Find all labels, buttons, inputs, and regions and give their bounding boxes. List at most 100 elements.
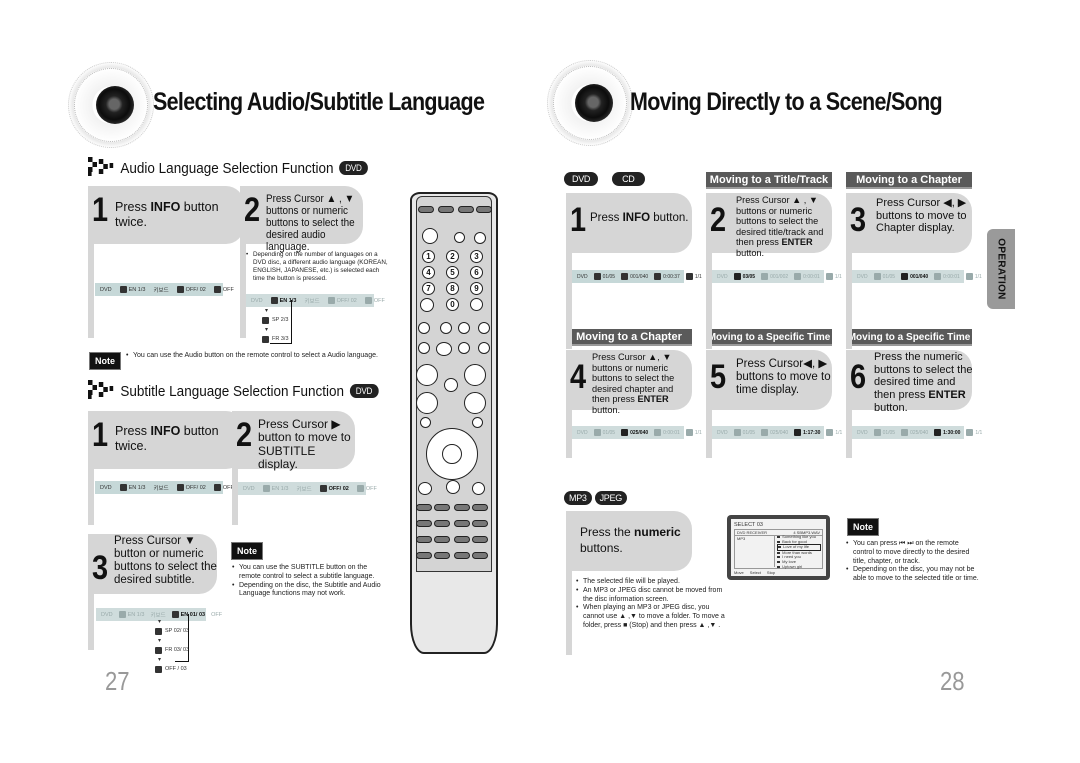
subtitle-step-2-rail (232, 469, 238, 525)
osd-disc: DVD (101, 611, 113, 618)
repeat-icon (213, 286, 221, 293)
bullet-item: Depending on the disc, the Subtitle and … (232, 582, 382, 600)
osd-time-value: 0:00:01 (943, 273, 960, 280)
remote-function-button (416, 552, 432, 559)
osd-disc-value: DVD (717, 273, 728, 280)
cycle-bracket (175, 614, 189, 662)
clock-icon (934, 429, 942, 436)
bullet-item: An MP3 or JPEG disc cannot be moved from… (576, 587, 726, 605)
osd-disc-value: DVD (577, 429, 588, 436)
osd-chapter-value: 025/040 (910, 429, 929, 436)
remote-function-button (472, 536, 488, 543)
osd-bar: DVD 03/05 001/002 0:00:01 1/1 (712, 270, 842, 283)
osd-repeat: OFF (213, 484, 234, 491)
osd-chapter: 025/040 (621, 429, 648, 436)
osd-subtitle: OFF/ 02 (176, 286, 206, 293)
step-text: Press Cursor ▲ , ▼ buttons or numeric bu… (736, 195, 832, 258)
remote-function-button (434, 504, 450, 511)
osd-title-value: 01/05 (602, 273, 616, 280)
tv-screen: SELECT 03 DVD RECEIVER 4 SBMP3.WAV MP3 S… (731, 519, 826, 576)
info-keyword: INFO (150, 424, 181, 438)
osd-title-value: 01/05 (882, 273, 896, 280)
remote-playback-button (418, 342, 430, 354)
header-title-track: Moving to a Title/Track (706, 172, 832, 189)
audio-icon (262, 336, 269, 343)
osd-subtitle: OFF/ 02 (319, 485, 349, 492)
osd-format: 키보드 (296, 486, 312, 493)
osd-bar: DVD 01/05 001/040 0:00:01 1/1 (852, 270, 982, 283)
audio-section-heading: Audio Language Selection Function DVD (88, 157, 368, 179)
chapter-icon (901, 429, 909, 436)
osd-repeat-value: OFF (365, 485, 377, 492)
osd-title: 01/05 (593, 429, 615, 436)
step-number: 2 (236, 416, 253, 454)
file-icon (777, 560, 781, 563)
step-text: Press Cursor ▼ button or numeric buttons… (114, 535, 217, 586)
remote-digit-button: 5 (446, 266, 459, 279)
page-number-right: 28 (940, 666, 965, 696)
file-icon (778, 546, 782, 549)
osd-disc-value: DVD (857, 429, 868, 436)
header-chapter: Moving to a Chapter (846, 172, 972, 189)
osd-subtitle-value: OFF/ 02 (336, 297, 357, 304)
osd-bar: DVD EN 1/3 키보드 OFF/ 02 OFF (246, 294, 385, 307)
header-chapter-2: Moving to a Chapter (566, 329, 692, 346)
angle-icon (965, 273, 973, 280)
osd-disc-value: DVD (857, 273, 868, 280)
repeat-icon (364, 297, 372, 304)
osd-disc: DVD (100, 286, 112, 293)
title-icon (733, 273, 741, 280)
double-arrow-icon (88, 157, 115, 179)
remote-transport-button (478, 322, 490, 334)
step-text: Press Cursor ▲, ▼ buttons or numeric but… (592, 352, 692, 415)
osd-disc: DVD (857, 274, 868, 280)
osd-angle: 1/1 (965, 273, 982, 280)
remote-transport-button (458, 322, 470, 334)
step-text-bold: INFO (622, 212, 651, 224)
osd-repeat: OFF (211, 612, 222, 618)
osd-time: 1:17:30 (794, 429, 820, 436)
remote-playback-button (436, 342, 452, 356)
osd-chapter: 025/040 (901, 429, 928, 436)
subtitle-step-3-rail (88, 594, 94, 650)
subtitle-icon (327, 297, 335, 304)
step-text: Press Cursor ▲ , ▼ buttons or numeric bu… (266, 193, 355, 254)
chapter-icon (761, 273, 769, 280)
osd-chapter: 001/040 (621, 273, 648, 280)
remote-enter-button (442, 444, 462, 464)
step-text-bold: ENTER (781, 237, 813, 248)
operation-side-tab[interactable]: OPERATION (987, 229, 1015, 309)
subtitle-section-title: Subtitle Language Selection Function (120, 382, 345, 400)
file-name: Uptown girl (782, 563, 803, 569)
subtitle-icon (176, 484, 184, 491)
osd-title-value: 03/05 (742, 273, 756, 280)
note-text: You can use the Audio button on the remo… (126, 352, 406, 361)
page-title-right: Moving Directly to a Scene/Song (630, 88, 943, 116)
osd-angle-value: 1/1 (835, 429, 843, 436)
mp3-badges: MP3 JPEG (564, 491, 627, 505)
osd-chapter: 001/002 (761, 273, 788, 280)
screen-folder[interactable]: MP3 (737, 536, 745, 541)
subtitle-icon (155, 647, 162, 654)
osd-title: 03/05 (733, 273, 756, 280)
osd-chapter: 025/040 (761, 429, 788, 436)
file-item[interactable]: Uptown girl (777, 563, 821, 570)
remote-function-button (416, 520, 432, 527)
chapter-icon (621, 429, 629, 436)
remote-eject-button (454, 232, 465, 243)
bullet-item: Depending on the number of languages on … (246, 251, 391, 282)
step-text: Press Cursor ◀, ▶ buttons to move to Cha… (876, 197, 967, 235)
osd-chapter-value: 001/040 (910, 273, 929, 280)
clock-icon (934, 273, 942, 280)
osd-format: 키보드 (304, 298, 320, 305)
operation-label: OPERATION (995, 238, 1007, 300)
osd-disc: DVD (717, 430, 728, 436)
audio-icon (119, 484, 127, 491)
osd-title-value: 01/05 (882, 429, 896, 436)
remote-digit-button: 3 (470, 250, 483, 263)
speaker-graphic-right (547, 60, 633, 146)
remote-function-button (472, 552, 488, 559)
file-icon (777, 540, 781, 543)
remote-power-button (422, 228, 438, 244)
note-badge: Note (847, 518, 879, 536)
